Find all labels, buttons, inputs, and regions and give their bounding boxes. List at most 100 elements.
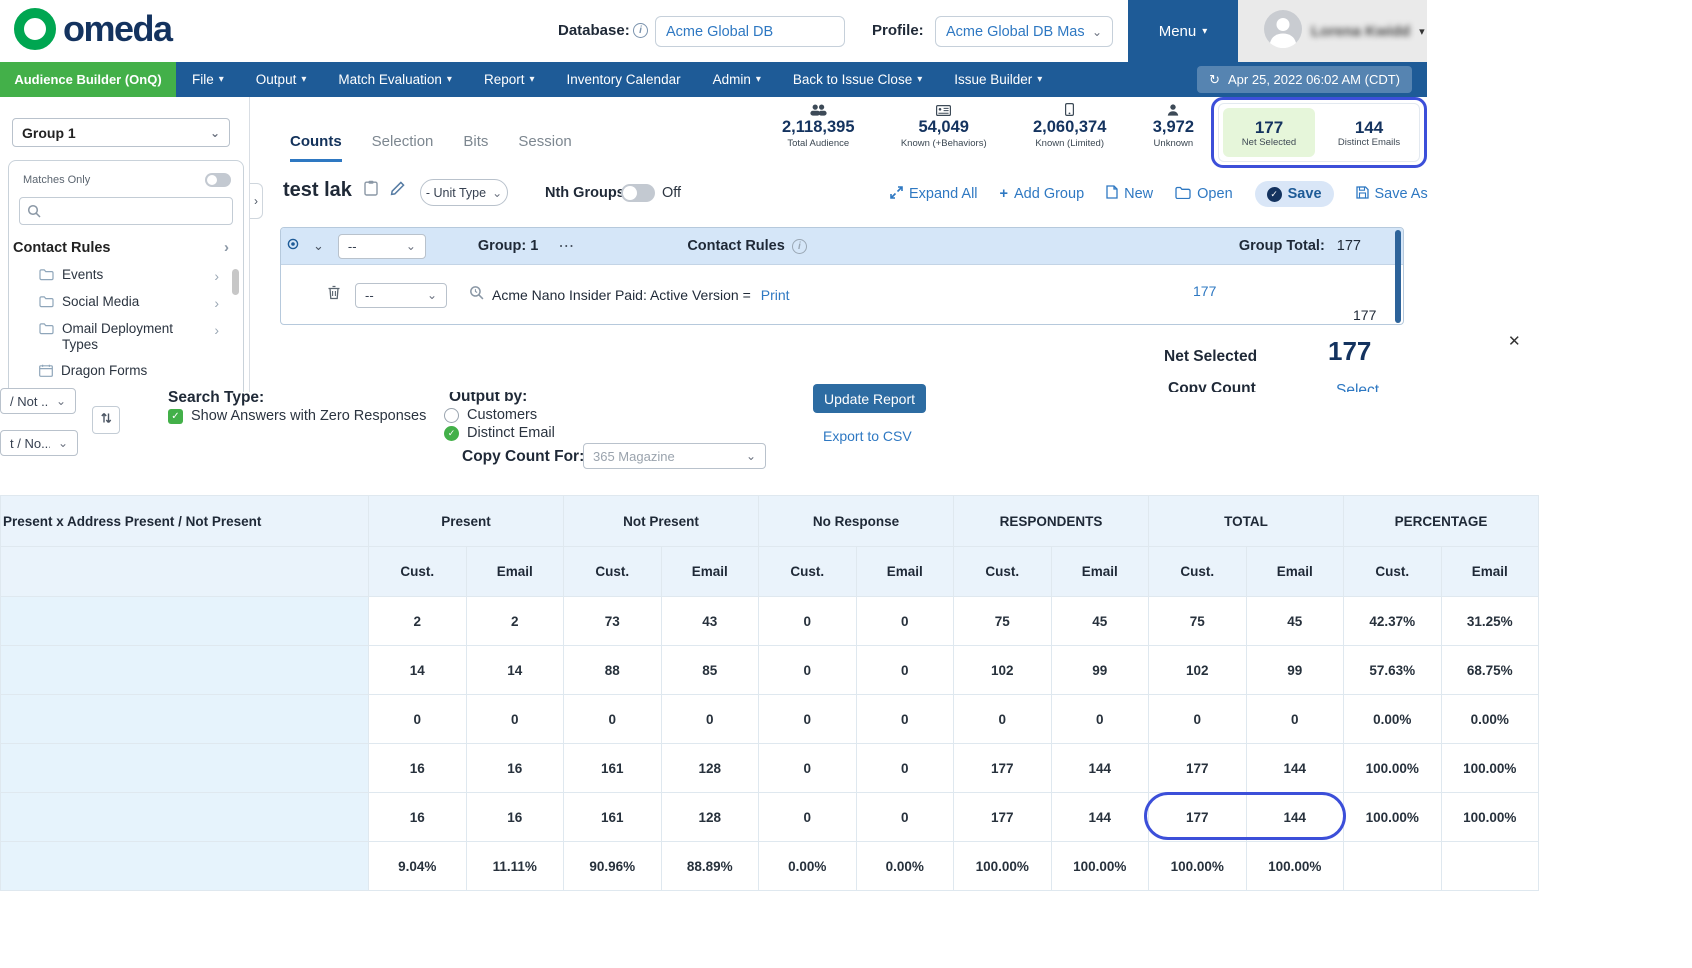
menu-button[interactable]: Menu ▾	[1128, 0, 1238, 62]
table-cell: 99	[1051, 646, 1149, 695]
group-panel-scrollbar[interactable]	[1395, 230, 1401, 323]
new-button[interactable]: New	[1106, 185, 1153, 203]
left-filter-select-2[interactable]: t / No... ⌄	[0, 430, 78, 456]
nav-item-report[interactable]: Report▾	[484, 72, 535, 87]
matches-only-toggle[interactable]	[205, 173, 231, 187]
table-cell: 90.96%	[564, 842, 662, 891]
open-button[interactable]: Open	[1175, 186, 1232, 203]
sidebar-collapse-handle[interactable]: ›	[250, 183, 263, 219]
target-icon[interactable]	[287, 237, 299, 255]
save-button[interactable]: ✓ Save	[1255, 181, 1334, 207]
profile-select[interactable]: Acme Global DB Maste ⌄	[935, 16, 1113, 47]
row-label-cell	[1, 793, 369, 842]
table-cell: 177	[954, 793, 1052, 842]
rule-text: Acme Nano Insider Paid: Active Version =	[492, 287, 751, 303]
omeda-logo: omeda	[14, 8, 172, 50]
table-cell: 0	[759, 597, 857, 646]
chevron-down-icon: ⌄	[210, 126, 220, 140]
edit-icon[interactable]	[390, 180, 406, 201]
sort-button[interactable]	[92, 406, 120, 434]
row-label-header	[1, 547, 369, 597]
info-icon[interactable]: i	[792, 239, 807, 254]
sidebar-item-contact-rules[interactable]: Contact Rules ›	[9, 239, 243, 258]
table-cell: 100.00%	[954, 842, 1052, 891]
rule-count[interactable]: 177	[1193, 283, 1216, 299]
tab-session[interactable]: Session	[518, 133, 571, 162]
add-group-button[interactable]: + Add Group	[1000, 186, 1085, 202]
sub-column-header: Cust.	[564, 547, 662, 597]
matches-only-label: Matches Only	[23, 174, 90, 186]
query-title: test lak	[283, 179, 352, 202]
table-cell: 57.63%	[1344, 646, 1442, 695]
unit-type-select[interactable]: - Unit Type ⌄	[420, 179, 508, 206]
table-cell: 100.00%	[1441, 744, 1539, 793]
group-options-icon[interactable]: ⋯	[558, 236, 575, 256]
distinct-email-radio[interactable]: ✓	[444, 426, 459, 441]
nav-item-back-to-issue-close[interactable]: Back to Issue Close▾	[793, 72, 922, 87]
table-cell: 0	[661, 695, 759, 744]
table-cell: 144	[1051, 744, 1149, 793]
sub-column-header: Cust.	[759, 547, 857, 597]
table-cell	[1441, 842, 1539, 891]
caret-down-icon: ▾	[917, 74, 922, 85]
rule-value-link[interactable]: Print	[761, 287, 790, 303]
report-table-title: Present x Address Present / Not Present	[1, 496, 369, 547]
table-cell: 0	[856, 793, 954, 842]
database-info-icon[interactable]: i	[633, 23, 648, 38]
logo-text: omeda	[63, 8, 172, 50]
table-cell: 0	[759, 695, 857, 744]
column-group-header: Present	[369, 496, 564, 547]
database-field[interactable]: Acme Global DB	[655, 16, 845, 47]
table-cell: 85	[661, 646, 759, 695]
group-operator-select[interactable]: -- ⌄	[338, 234, 426, 259]
tab-audience-builder[interactable]: Audience Builder (OnQ)	[0, 62, 176, 97]
zero-responses-checkbox[interactable]: ✓	[168, 409, 183, 424]
avatar	[1264, 10, 1302, 53]
table-cell: 9.04%	[369, 842, 467, 891]
expand-all-button[interactable]: Expand All	[890, 186, 978, 203]
sidebar-item-events[interactable]: Events›	[9, 262, 243, 289]
rule-search-icon[interactable]	[469, 285, 484, 305]
caret-down-icon: ▾	[1419, 25, 1425, 38]
left-filter-select-1[interactable]: / Not ... ⌄	[0, 388, 76, 414]
copy-icon[interactable]	[364, 180, 378, 201]
collapse-group-icon[interactable]: ⌄	[313, 238, 324, 254]
table-cell: 0.00%	[759, 842, 857, 891]
sidebar-item-omail-deployment-types[interactable]: Omail Deployment Types›	[9, 316, 243, 358]
rule-operator-select[interactable]: -- ⌄	[355, 283, 447, 308]
customers-radio[interactable]	[444, 408, 459, 423]
user-menu[interactable]: Lorena Kwidd ▾	[1238, 0, 1427, 62]
search-input[interactable]	[19, 197, 233, 225]
sidebar-item-dragon-forms[interactable]: Dragon Forms	[9, 358, 243, 385]
tab-bits[interactable]: Bits	[463, 133, 488, 162]
table-cell: 100.00%	[1344, 744, 1442, 793]
export-csv-link[interactable]: Export to CSV	[823, 428, 912, 444]
chevron-down-icon: ⌄	[492, 186, 502, 200]
check-circle-icon: ✓	[1267, 187, 1282, 202]
nav-item-output[interactable]: Output▾	[256, 72, 307, 87]
sidebar-item-social-media[interactable]: Social Media›	[9, 289, 243, 316]
nav-item-file[interactable]: File▾	[192, 72, 224, 87]
nav-item-admin[interactable]: Admin▾	[713, 72, 761, 87]
trash-icon[interactable]	[327, 285, 341, 305]
database-label: Database:	[558, 22, 630, 39]
session-timestamp[interactable]: ↻ Apr 25, 2022 06:02 AM (CDT)	[1197, 66, 1412, 93]
nav-item-issue-builder[interactable]: Issue Builder▾	[954, 72, 1042, 87]
sidebar-scrollbar[interactable]	[232, 269, 239, 295]
group-select[interactable]: Group 1 ⌄	[12, 118, 230, 147]
tab-counts[interactable]: Counts	[290, 133, 342, 162]
table-cell: 0	[856, 646, 954, 695]
nav-item-inventory-calendar[interactable]: Inventory Calendar	[567, 72, 681, 87]
copy-count-for-select[interactable]: 365 Magazine ⌄	[583, 443, 766, 469]
nav-item-match-evaluation[interactable]: Match Evaluation▾	[338, 72, 452, 87]
sidebar: Group 1 ⌄ Matches Only Contact Rules › E…	[0, 97, 250, 392]
users-icon	[782, 103, 855, 117]
table-cell: 0	[369, 695, 467, 744]
close-icon[interactable]: ✕	[1508, 332, 1521, 350]
nth-groups-toggle[interactable]	[621, 184, 655, 202]
save-as-button[interactable]: Save As	[1356, 186, 1428, 203]
tab-selection[interactable]: Selection	[372, 133, 434, 162]
copy-count-select-link[interactable]: Select	[1336, 382, 1379, 392]
table-cell: 0	[1051, 695, 1149, 744]
update-report-button[interactable]: Update Report	[813, 384, 926, 413]
